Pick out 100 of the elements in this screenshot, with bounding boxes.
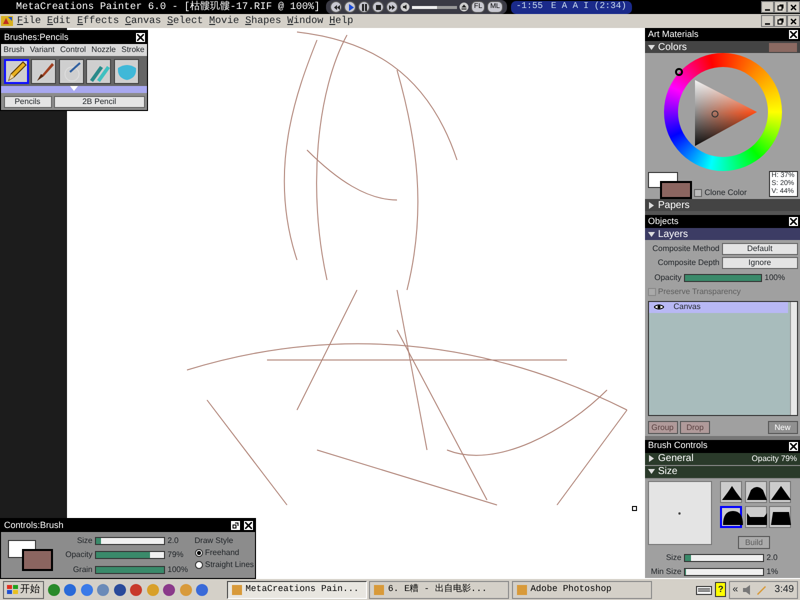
slider-value: 2.0 [766, 552, 778, 564]
track-text: E A A I (2:34) [550, 0, 627, 14]
layer-name: Canvas [674, 301, 701, 314]
restore-icon [777, 4, 784, 10]
pointed-profile-button[interactable] [720, 481, 742, 503]
section-header[interactable]: Size [645, 466, 800, 478]
menu-item[interactable]: Canvas [122, 14, 164, 28]
eye-icon [654, 304, 664, 310]
speaker-icon[interactable] [740, 584, 753, 596]
dropdown-field[interactable]: Default [722, 242, 798, 255]
palette-tab[interactable]: Brush [4, 44, 24, 56]
close-icon [137, 34, 144, 41]
palette-tab[interactable]: Control [60, 44, 86, 56]
field-label: Composite Method [651, 242, 720, 255]
marker-tool-button[interactable] [86, 58, 111, 84]
slider-value: 1% [766, 566, 778, 578]
menu-item[interactable]: Edit [44, 14, 74, 28]
smear-tool-button[interactable] [114, 58, 138, 84]
palette-tab[interactable]: Stroke [121, 44, 144, 56]
section-header[interactable]: General Opacity 79% [645, 452, 800, 464]
dull-profile-button[interactable] [720, 506, 742, 528]
close-icon [790, 218, 797, 226]
close-button[interactable] [135, 32, 146, 43]
radio-option[interactable]: Straight Lines [194, 558, 254, 570]
tray-expander[interactable]: « [732, 582, 738, 597]
size-slider[interactable] [684, 568, 764, 576]
stop-icon [374, 4, 382, 10]
slider[interactable] [95, 551, 165, 559]
app-icon[interactable] [80, 582, 94, 596]
linear-profile-button[interactable] [769, 481, 791, 503]
stop-button[interactable] [372, 1, 384, 13]
taskbar-button[interactable]: Adobe Photoshop [512, 580, 652, 598]
scrollbar[interactable] [790, 302, 796, 415]
menu-item[interactable]: Effects [74, 14, 122, 28]
category-field[interactable]: Pencils [4, 96, 52, 108]
help-icon[interactable]: ? [714, 582, 726, 598]
section-label: Size [658, 465, 678, 479]
close-button[interactable] [787, 1, 800, 13]
app-icon[interactable] [129, 582, 143, 596]
pause-button[interactable] [358, 1, 370, 13]
brush-tool-button[interactable] [31, 58, 56, 84]
slider-label: Size [76, 534, 92, 546]
app-icon[interactable] [63, 582, 77, 596]
variant-field[interactable]: 2B Pencil [54, 96, 144, 108]
clone-color-checkbox[interactable]: Clone Color [694, 187, 747, 199]
section-header[interactable]: Colors [645, 41, 800, 53]
speaker-icon [400, 2, 410, 12]
palette-tab[interactable]: Variant [30, 44, 55, 56]
size-slider[interactable] [684, 554, 764, 562]
section-info: Opacity 79% [752, 452, 797, 464]
menu-item[interactable]: Select [164, 14, 206, 28]
flat-profile-button[interactable] [769, 506, 791, 528]
close-button[interactable] [243, 520, 254, 531]
hue-marker[interactable] [674, 68, 682, 76]
app-icon[interactable] [195, 582, 209, 596]
restore-button[interactable] [774, 1, 787, 13]
taskbar-button[interactable]: 6. E糟 - 出自电影... [369, 580, 509, 598]
close-button[interactable] [788, 29, 799, 40]
close-button[interactable] [788, 216, 799, 228]
minimize-button[interactable] [761, 15, 774, 27]
menu-item[interactable]: Window [284, 14, 326, 28]
profile-curve-icon [722, 484, 742, 500]
palette-tab[interactable]: Nozzle [91, 44, 116, 56]
menu-item[interactable]: File [14, 14, 44, 28]
app-logo-icon [0, 15, 14, 27]
app-icon [516, 584, 528, 596]
menu-item[interactable]: Shapes [242, 14, 284, 28]
medium-profile-button[interactable] [744, 481, 766, 503]
next-button[interactable] [386, 1, 398, 13]
group-label: Draw Style [194, 534, 234, 546]
menu-item[interactable]: Movie [206, 14, 242, 28]
watercolor-profile-button[interactable] [744, 506, 766, 528]
close-button[interactable] [787, 15, 800, 27]
close-icon [790, 31, 797, 38]
section-header[interactable]: Papers [645, 199, 800, 211]
app-icon[interactable] [162, 582, 176, 596]
volume-slider[interactable] [412, 6, 458, 8]
dock-button[interactable] [230, 520, 240, 531]
start-button[interactable]: 开始 [2, 580, 44, 598]
section-header[interactable]: Layers [645, 228, 800, 240]
pencil-tool-button[interactable] [4, 58, 28, 84]
menu-item[interactable]: Help [326, 14, 356, 28]
minimize-button[interactable] [761, 1, 774, 13]
restore-button[interactable] [774, 15, 787, 27]
slider-label: Min Size [650, 566, 682, 578]
color-swatches-drawing[interactable] [648, 172, 692, 199]
previous-button[interactable] [330, 1, 342, 13]
slider[interactable] [95, 536, 165, 544]
close-button[interactable] [788, 440, 799, 452]
next-icon [388, 4, 396, 10]
taskbar-button[interactable]: MetaCreations Pain... [226, 580, 366, 598]
app-icon[interactable] [46, 582, 60, 596]
app-icon [230, 584, 242, 596]
slider-value: 100% [168, 564, 189, 576]
app-icon[interactable] [112, 582, 126, 596]
dropdown-field[interactable]: Ignore [722, 257, 798, 270]
layer-row[interactable]: Canvas [648, 302, 788, 313]
radio-option[interactable]: Freehand [194, 546, 254, 558]
play-button[interactable] [344, 1, 356, 13]
airbrush-tool-button[interactable] [58, 58, 84, 84]
